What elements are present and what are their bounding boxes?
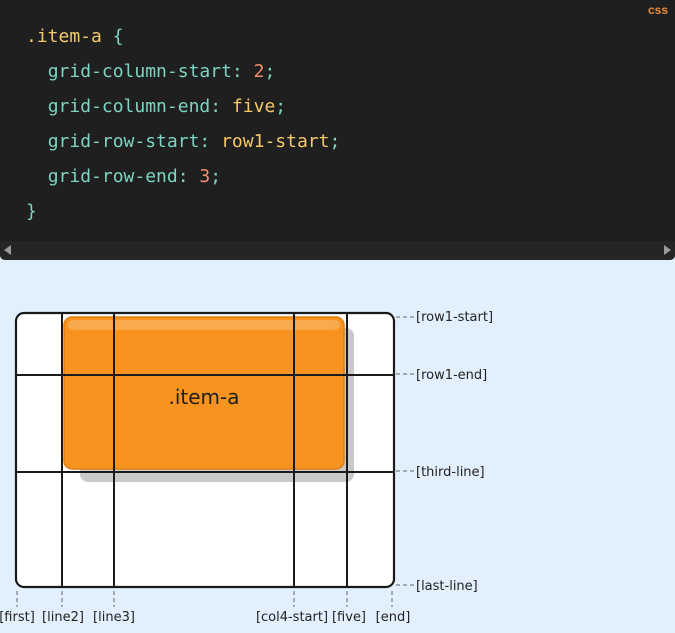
column-label-leaders [16,591,393,607]
code-line-2: grid-column-start: 2; [47,61,276,82]
code-block: .item-a { grid-column-start: 2; grid-col… [26,19,340,229]
value-grid-column-end: five [231,96,276,117]
row-label-third-line: [third-line] [416,465,485,480]
grid-diagram: .item-a [row1-start] [row1-end] [third-l… [0,310,493,625]
code-line-4: grid-row-start: row1-start; [47,131,341,152]
row-label-leaders [396,316,414,586]
css-selector: .item-a [26,26,102,47]
value-grid-column-start: 2 [253,61,265,82]
value-grid-row-end: 3 [199,166,211,187]
horizontal-scrollbar[interactable] [0,241,675,260]
grid-item-highlight [68,320,340,330]
column-label-line3: [line3] [93,610,135,625]
property-grid-row-end: grid-row-end [47,166,178,187]
scroll-right-arrow-icon[interactable] [664,245,671,255]
row-label-last-line: [last-line] [416,579,478,594]
code-line-3: grid-column-end: five; [47,96,287,117]
property-grid-column-start: grid-column-start [47,61,232,82]
open-brace: { [112,26,124,47]
property-grid-column-end: grid-column-end [47,96,211,117]
code-line-5: grid-row-end: 3; [47,166,222,187]
column-label-five: [five] [332,610,366,625]
column-label-end: [end] [376,610,411,625]
code-line-1: .item-a { [26,19,340,54]
value-grid-row-start: row1-start [221,131,330,152]
language-badge: css [647,3,668,17]
code-panel: css .item-a { grid-column-start: 2; grid… [0,0,675,260]
property-grid-row-start: grid-row-start [47,131,200,152]
row-label-row1-end: [row1-end] [416,368,487,383]
column-label-first: [first] [0,610,35,625]
row-label-row1-start: [row1-start] [416,310,493,325]
code-line-6: } [26,194,340,229]
scroll-left-arrow-icon[interactable] [4,245,11,255]
item-a-label: .item-a [168,385,239,409]
column-label-col4-start: [col4-start] [256,610,328,625]
column-label-line2: [line2] [42,610,84,625]
close-brace: } [26,201,37,222]
